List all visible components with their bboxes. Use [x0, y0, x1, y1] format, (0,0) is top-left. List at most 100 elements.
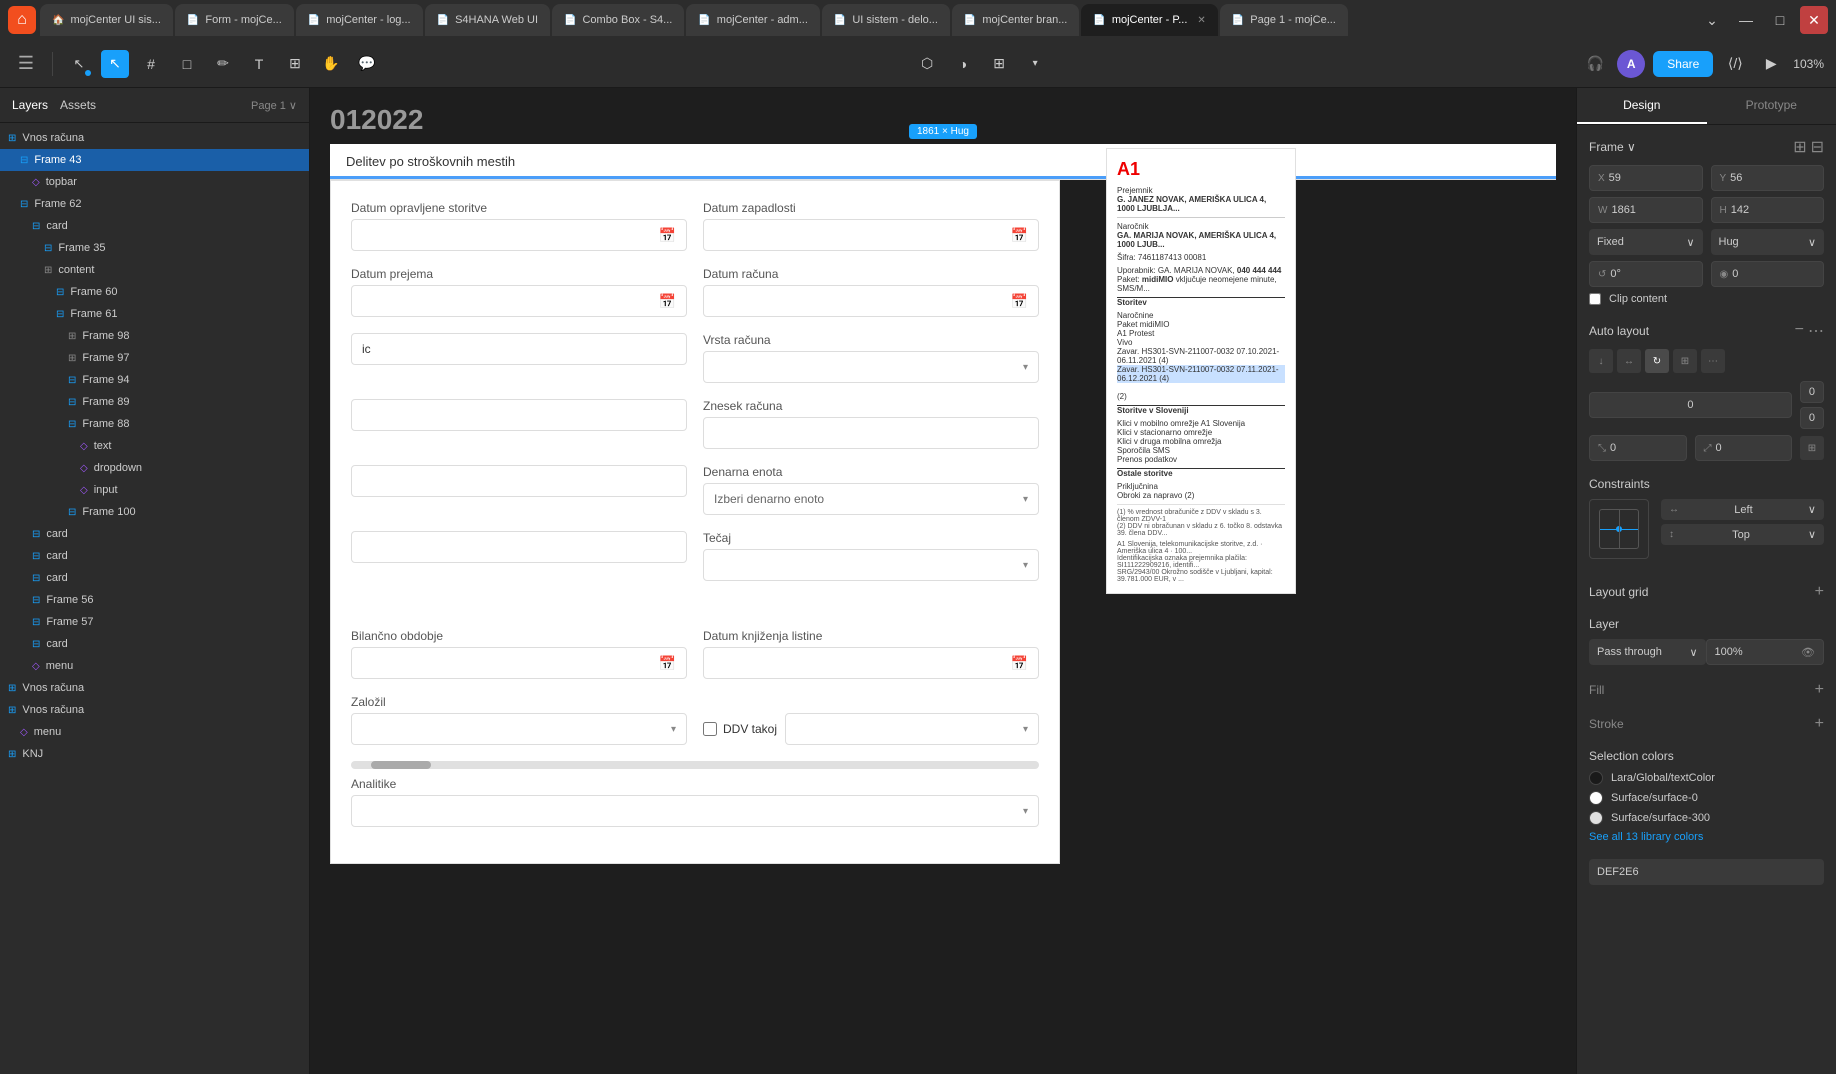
layer-menu-2[interactable]: ◇ menu	[0, 721, 309, 743]
tab-4[interactable]: 📄Combo Box - S4...	[552, 4, 684, 36]
x-input[interactable]: X 59	[1589, 165, 1703, 191]
layer-frame60[interactable]: ⊟ Frame 60	[0, 281, 309, 303]
layer-frame94[interactable]: ⊟ Frame 94	[0, 369, 309, 391]
share-button[interactable]: Share	[1653, 51, 1713, 77]
layer-vnos-racuna-1[interactable]: ⊞ Vnos računa	[0, 127, 309, 149]
select-zalozil-right[interactable]: ▾	[785, 713, 1039, 745]
more-tabs-btn[interactable]: ⌄	[1698, 6, 1726, 34]
calendar-icon-3[interactable]: 📅	[659, 293, 676, 310]
input-datum-knjizenja[interactable]: 📅	[703, 647, 1039, 679]
input-ic[interactable]: ic	[351, 333, 687, 365]
calendar-icon-5[interactable]: 📅	[659, 655, 676, 672]
h-input[interactable]: H 142	[1711, 197, 1825, 223]
frame-tool[interactable]: #	[137, 50, 165, 78]
play-btn[interactable]: ▶	[1757, 50, 1785, 78]
see-all-link[interactable]: See all 13 library colors	[1589, 831, 1824, 843]
spacing-top[interactable]: 0	[1800, 381, 1824, 403]
hand-tool[interactable]: ✋	[317, 50, 345, 78]
opacity-input[interactable]: 100% 👁	[1706, 639, 1825, 665]
tab-1[interactable]: 📄Form - mojCe...	[175, 4, 294, 36]
layer-dropdown[interactable]: ◇ dropdown	[0, 457, 309, 479]
expand-btn[interactable]: ⊞	[1800, 436, 1824, 460]
select-zalozil-left[interactable]: ▾	[351, 713, 687, 745]
layer-card-2[interactable]: ⊟ card	[0, 523, 309, 545]
calendar-icon[interactable]: 📅	[659, 227, 676, 244]
spacing-h[interactable]: 0	[1589, 392, 1792, 418]
layer-card-3[interactable]: ⊟ card	[0, 545, 309, 567]
layer-card-4[interactable]: ⊟ card	[0, 567, 309, 589]
y-input[interactable]: Y 56	[1711, 165, 1825, 191]
move-tool[interactable]: ↖	[65, 50, 93, 78]
figma-menu-btn[interactable]: ☰	[12, 50, 40, 78]
component-tool[interactable]: ⊞	[281, 50, 309, 78]
al-btn-4[interactable]: ⊞	[1673, 349, 1697, 373]
select-analitike[interactable]: ▾	[351, 795, 1039, 827]
layer-frame100[interactable]: ⊟ Frame 100	[0, 501, 309, 523]
layer-frame89[interactable]: ⊟ Frame 89	[0, 391, 309, 413]
resize-input[interactable]: ⤡ 0	[1589, 435, 1687, 461]
input-znesek[interactable]	[703, 417, 1039, 449]
share-icon[interactable]: ⊞	[985, 50, 1013, 78]
resize-input-2[interactable]: ⤢ 0	[1695, 435, 1793, 461]
fill-add[interactable]: +	[1815, 681, 1824, 699]
spacing-bottom[interactable]: 0	[1800, 407, 1824, 429]
comment-tool[interactable]: 💬	[353, 50, 381, 78]
code-view-btn[interactable]: ⟨/⟩	[1721, 50, 1749, 78]
headphones-icon[interactable]: 🎧	[1581, 50, 1609, 78]
input-empty-1[interactable]	[351, 399, 687, 431]
calendar-icon-2[interactable]: 📅	[1011, 227, 1028, 244]
al-btn-2[interactable]: ↔	[1617, 349, 1641, 373]
select-tool[interactable]: ↖	[101, 50, 129, 78]
layer-frame98[interactable]: ⊞ Frame 98	[0, 325, 309, 347]
layer-text[interactable]: ◇ text	[0, 435, 309, 457]
scrollbar-thumb[interactable]	[371, 761, 431, 769]
rotation-input[interactable]: ↺ 0°	[1589, 261, 1703, 287]
select-vrsta-racuna[interactable]: ▾	[703, 351, 1039, 383]
auto-layout-more[interactable]: ⋯	[1808, 321, 1824, 341]
radius-input[interactable]: ◉ 0	[1711, 261, 1825, 287]
layout-grid-add[interactable]: +	[1815, 583, 1824, 601]
expand-icon[interactable]: ⊞	[1793, 137, 1806, 157]
layer-frame56[interactable]: ⊟ Frame 56	[0, 589, 309, 611]
shape-tool[interactable]: □	[173, 50, 201, 78]
eye-icon[interactable]: 👁	[1801, 646, 1815, 659]
clip-content-checkbox[interactable]	[1589, 293, 1601, 305]
input-bilancno[interactable]: 📅	[351, 647, 687, 679]
layer-card-1[interactable]: ⊟ card	[0, 215, 309, 237]
close-btn[interactable]: ✕	[1800, 6, 1828, 34]
al-btn-1[interactable]: ↓	[1589, 349, 1613, 373]
fixed-dropdown[interactable]: Fixed ∨	[1589, 229, 1703, 255]
canvas-area[interactable]: 012022 Delitev po stroškovnih mestih 186…	[310, 88, 1576, 1074]
layer-input[interactable]: ◇ input	[0, 479, 309, 501]
component-icon[interactable]: ⬡	[913, 50, 941, 78]
tab-5[interactable]: 📄mojCenter - adm...	[686, 4, 820, 36]
layer-frame97[interactable]: ⊞ Frame 97	[0, 347, 309, 369]
blend-mode-dropdown[interactable]: Pass through ∨	[1589, 639, 1706, 665]
hug-dropdown[interactable]: Hug ∨	[1711, 229, 1825, 255]
tab-3[interactable]: 📄S4HANA Web UI	[425, 4, 550, 36]
tab-6[interactable]: 📄UI sistem - delo...	[822, 4, 950, 36]
layer-frame57[interactable]: ⊟ Frame 57	[0, 611, 309, 633]
tab-close-icon[interactable]: ✕	[1197, 15, 1205, 26]
theme-icon[interactable]: ◑	[949, 50, 977, 78]
figma-home-icon[interactable]: ⌂	[8, 6, 36, 34]
stroke-add[interactable]: +	[1815, 715, 1824, 733]
layers-tab[interactable]: Layers	[12, 98, 48, 112]
al-btn-5[interactable]: ⋯	[1701, 349, 1725, 373]
layer-frame35[interactable]: ⊟ Frame 35	[0, 237, 309, 259]
input-datum-prejema[interactable]: 📅	[351, 285, 687, 317]
select-tecaj[interactable]: ▾	[703, 549, 1039, 581]
tab-2[interactable]: 📄mojCenter - log...	[296, 4, 423, 36]
zoom-level[interactable]: 103%	[1793, 57, 1824, 71]
assets-tab[interactable]: Assets	[60, 98, 96, 112]
layer-knj[interactable]: ⊞ KNJ	[0, 743, 309, 765]
layer-vnos-racuna-3[interactable]: ⊞ Vnos računa	[0, 699, 309, 721]
layer-menu-1[interactable]: ◇ menu	[0, 655, 309, 677]
layer-frame61[interactable]: ⊟ Frame 61	[0, 303, 309, 325]
input-datum-racuna[interactable]: 📅	[703, 285, 1039, 317]
prototype-tab[interactable]: Prototype	[1707, 88, 1836, 124]
layer-topbar[interactable]: ◇ topbar	[0, 171, 309, 193]
tab-7[interactable]: 📄mojCenter bran...	[952, 4, 1079, 36]
maximize-btn[interactable]: □	[1766, 6, 1794, 34]
design-tab[interactable]: Design	[1577, 88, 1707, 124]
